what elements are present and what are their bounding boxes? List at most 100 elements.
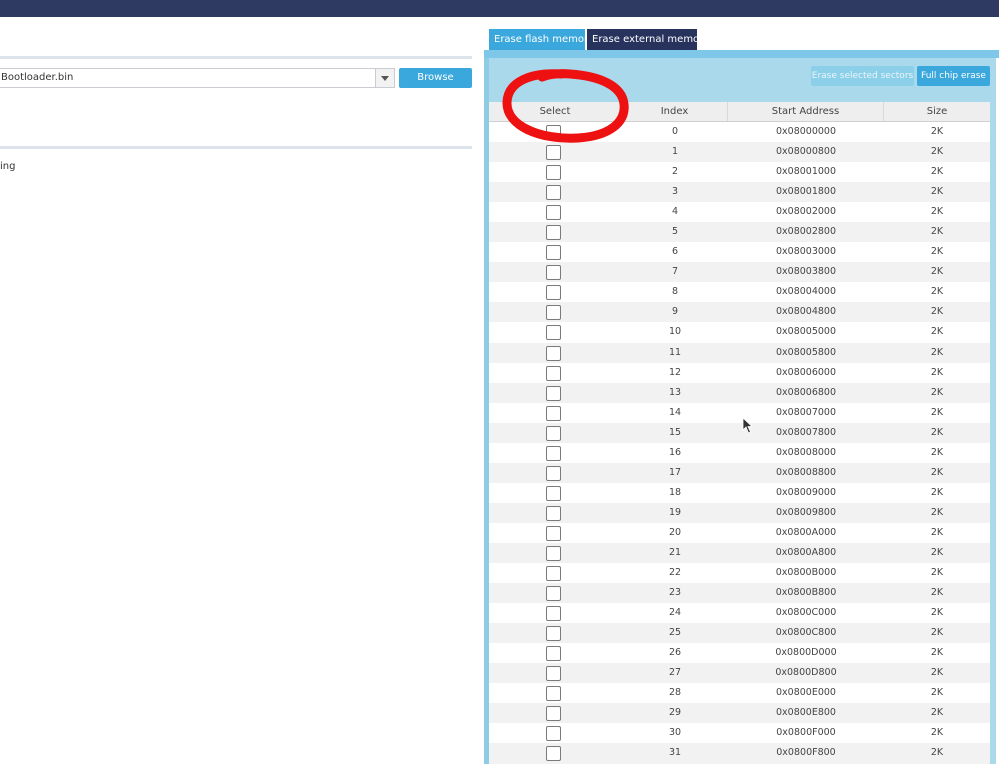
checkbox-icon[interactable] xyxy=(546,285,561,301)
table-row[interactable]: 4 0x08002000 2K xyxy=(489,202,990,222)
table-row[interactable]: 3 0x08001800 2K xyxy=(489,182,990,203)
table-row[interactable]: 19 0x08009800 2K xyxy=(489,502,990,523)
table-row[interactable]: 25 0x0800C800 2K xyxy=(489,623,990,644)
start-address-cell: 0x0800C800 xyxy=(775,627,837,639)
checkbox-icon[interactable] xyxy=(546,405,561,421)
index-cell: 2 xyxy=(671,166,679,178)
table-row[interactable]: 13 0x08006800 2K xyxy=(489,382,990,403)
checkbox-icon[interactable] xyxy=(546,646,561,662)
table-row[interactable]: 21 0x0800A800 2K xyxy=(489,542,990,564)
checkbox-icon[interactable] xyxy=(546,566,561,582)
checkbox-icon[interactable] xyxy=(546,545,561,561)
select-cell xyxy=(489,683,622,703)
checkbox-icon[interactable] xyxy=(546,586,561,602)
checkbox-icon[interactable] xyxy=(546,425,561,441)
tab-erase-flash-memory[interactable]: Erase flash memory xyxy=(489,29,594,50)
select-cell xyxy=(489,383,622,403)
checkbox-icon[interactable] xyxy=(546,245,561,261)
table-row[interactable]: 7 0x08003800 2K xyxy=(489,262,990,283)
checkbox-icon[interactable] xyxy=(546,726,561,742)
table-row[interactable]: 11 0x08005800 2K xyxy=(489,342,990,363)
checkbox-icon[interactable] xyxy=(546,185,561,201)
erase-selected-sectors-button[interactable]: Erase selected sectors xyxy=(811,66,914,86)
checkbox-icon[interactable] xyxy=(546,485,561,501)
table-row[interactable]: 12 0x08006000 2K xyxy=(489,363,990,383)
start-address-cell: 0x0800E800 xyxy=(776,707,836,719)
size-cell: 2K xyxy=(930,546,944,558)
table-row[interactable]: 6 0x08003000 2K xyxy=(489,242,990,262)
table-row[interactable]: 14 0x08007000 2K xyxy=(489,403,990,423)
table-row[interactable]: 1 0x08000800 2K xyxy=(489,142,990,163)
table-row[interactable]: 9 0x08004800 2K xyxy=(489,302,990,323)
checkbox-icon[interactable] xyxy=(546,626,561,642)
checkbox-icon[interactable] xyxy=(546,465,561,481)
tab-erase-external-memory[interactable]: Erase external memory xyxy=(587,29,709,50)
checkbox-icon[interactable] xyxy=(546,606,561,622)
size-cell: 2K xyxy=(930,366,944,378)
index-cell: 23 xyxy=(668,587,682,599)
table-row[interactable]: 23 0x0800B800 2K xyxy=(489,583,990,604)
table-row[interactable]: 30 0x0800F000 2K xyxy=(489,723,990,743)
index-cell: 18 xyxy=(668,486,682,498)
table-row[interactable]: 0 0x08000000 2K xyxy=(489,122,990,142)
checkbox-icon[interactable] xyxy=(546,385,561,401)
checkbox-icon[interactable] xyxy=(546,145,561,161)
checkbox-icon[interactable] xyxy=(546,305,561,321)
index-cell: 15 xyxy=(668,426,682,438)
size-cell: 2K xyxy=(930,567,944,579)
select-cell xyxy=(489,663,622,683)
file-path-combobox[interactable]: Bootloader.bin xyxy=(0,68,395,88)
checkbox-icon[interactable] xyxy=(546,325,561,341)
checkbox-icon[interactable] xyxy=(546,165,561,181)
table-row[interactable]: 10 0x08005000 2K xyxy=(489,322,990,342)
column-header-select[interactable]: Select xyxy=(489,102,622,121)
table-row[interactable]: 8 0x08004000 2K xyxy=(489,282,990,302)
table-row[interactable]: 27 0x0800D800 2K xyxy=(489,663,990,684)
checkbox-icon[interactable] xyxy=(546,686,561,702)
index-cell: 11 xyxy=(668,346,682,358)
checkbox-icon[interactable] xyxy=(546,505,561,521)
table-row[interactable]: 29 0x0800E800 2K xyxy=(489,703,990,724)
column-header-index[interactable]: Index xyxy=(622,102,728,121)
table-row[interactable]: 16 0x08008000 2K xyxy=(489,443,990,463)
start-address-cell: 0x0800D800 xyxy=(775,667,837,679)
browse-button[interactable]: Browse xyxy=(399,68,472,88)
index-cell: 26 xyxy=(668,647,682,659)
table-row[interactable]: 15 0x08007800 2K xyxy=(489,422,990,443)
checkbox-icon[interactable] xyxy=(546,445,561,461)
checkbox-icon[interactable] xyxy=(546,265,561,281)
dropdown-arrow-icon[interactable] xyxy=(375,69,394,87)
select-cell xyxy=(489,503,622,523)
checkbox-icon[interactable] xyxy=(546,345,561,361)
table-row[interactable]: 2 0x08001000 2K xyxy=(489,162,990,182)
size-cell: 2K xyxy=(930,386,944,398)
index-cell: 28 xyxy=(668,687,682,699)
checkbox-icon[interactable] xyxy=(546,746,561,762)
start-address-cell: 0x08003800 xyxy=(775,266,837,278)
full-chip-erase-button[interactable]: Full chip erase xyxy=(917,66,990,86)
size-cell: 2K xyxy=(930,426,944,438)
column-header-size[interactable]: Size xyxy=(884,102,990,121)
checkbox-icon[interactable] xyxy=(546,125,561,140)
table-row[interactable]: 26 0x0800D000 2K xyxy=(489,643,990,663)
checkbox-icon[interactable] xyxy=(546,205,561,221)
checkbox-icon[interactable] xyxy=(546,365,561,381)
index-cell: 14 xyxy=(668,406,682,418)
checkbox-icon[interactable] xyxy=(546,706,561,722)
table-row[interactable]: 28 0x0800E000 2K xyxy=(489,683,990,703)
file-path-value: Bootloader.bin xyxy=(1,72,74,83)
select-cell xyxy=(489,483,622,503)
table-row[interactable]: 24 0x0800C000 2K xyxy=(489,603,990,623)
table-row[interactable]: 31 0x0800F800 2K xyxy=(489,743,990,764)
table-row[interactable]: 20 0x0800A000 2K xyxy=(489,523,990,543)
table-row[interactable]: 22 0x0800B000 2K xyxy=(489,563,990,583)
size-cell: 2K xyxy=(930,667,944,679)
table-row[interactable]: 18 0x08009000 2K xyxy=(489,483,990,503)
start-address-cell: 0x08001800 xyxy=(775,186,837,198)
column-header-start-address[interactable]: Start Address xyxy=(728,102,884,121)
table-row[interactable]: 17 0x08008800 2K xyxy=(489,462,990,483)
checkbox-icon[interactable] xyxy=(546,225,561,241)
checkbox-icon[interactable] xyxy=(546,525,561,541)
table-row[interactable]: 5 0x08002800 2K xyxy=(489,222,990,243)
checkbox-icon[interactable] xyxy=(546,666,561,682)
